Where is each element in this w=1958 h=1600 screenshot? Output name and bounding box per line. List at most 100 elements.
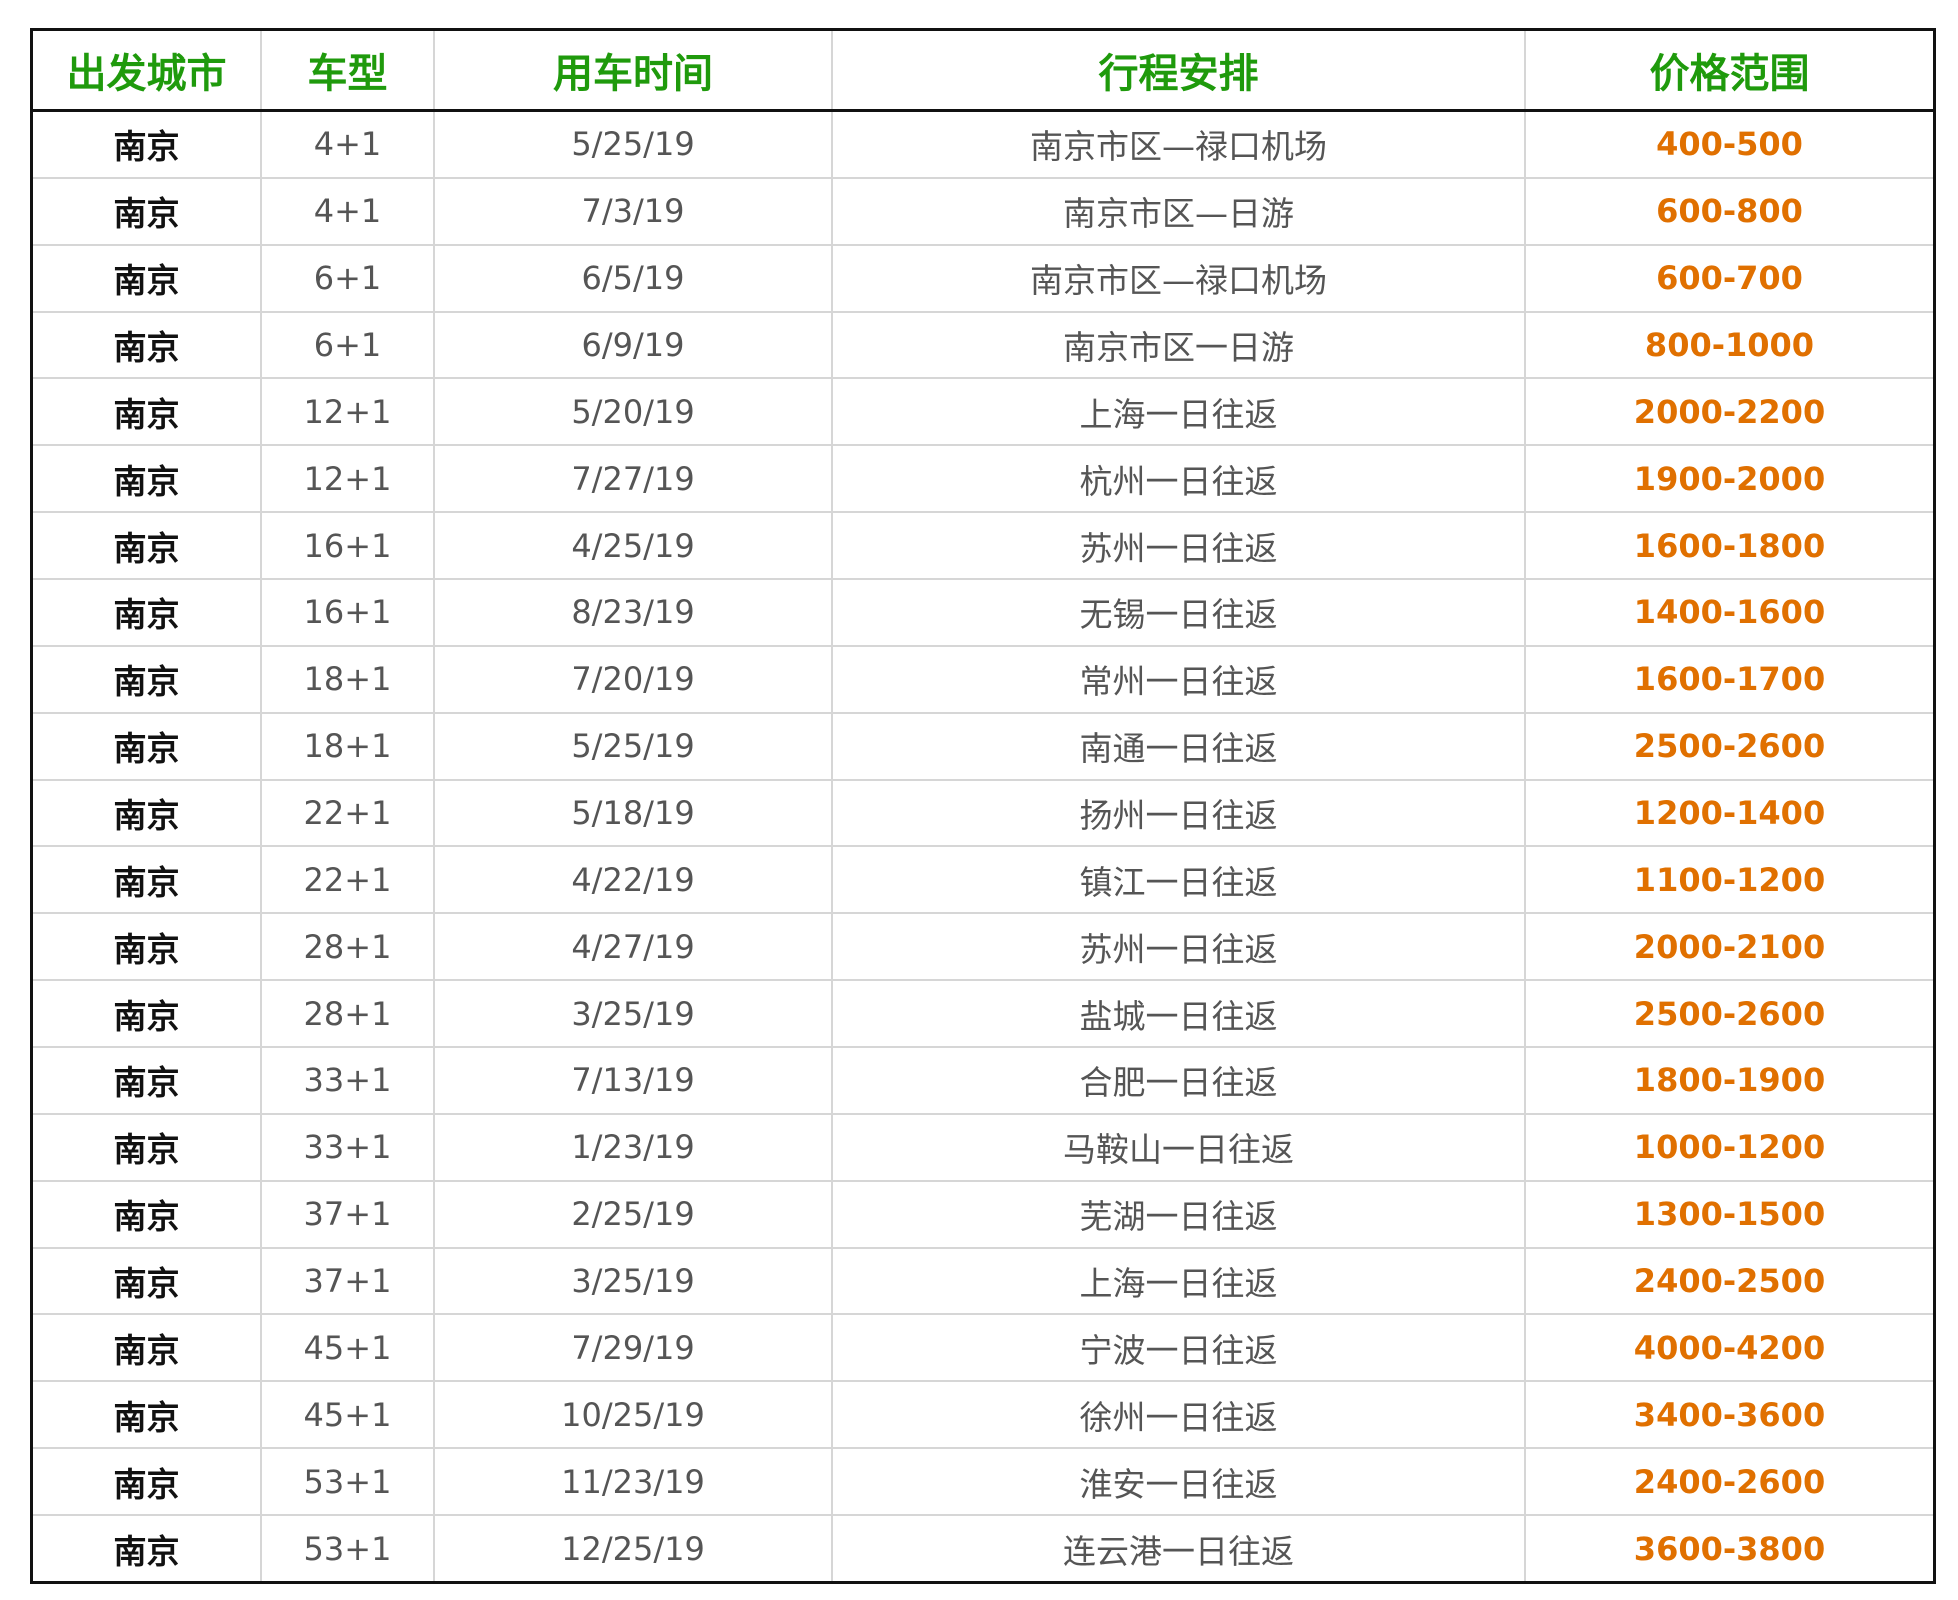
price-range-cell: 2500-2600 — [1525, 712, 1933, 781]
price-range-cell: 1000-1200 — [1525, 1113, 1933, 1182]
price-range-cell: 1300-1500 — [1525, 1180, 1933, 1249]
itinerary-cell: 无锡一日往返 — [832, 579, 1526, 647]
city-cell: 南京 — [33, 1314, 262, 1383]
city-cell: 南京 — [33, 378, 262, 447]
price-range-cell: 2400-2600 — [1525, 1448, 1933, 1517]
table-row: 南京 4+1 7/3/19 南京市区—日游 600-800 — [33, 177, 1933, 246]
rental-date-cell: 4/25/19 — [434, 512, 833, 581]
price-range-cell: 2500-2600 — [1525, 980, 1933, 1049]
city-cell: 南京 — [33, 244, 262, 313]
city-cell: 南京 — [33, 1381, 262, 1450]
itinerary-cell: 合肥一日往返 — [832, 1047, 1526, 1115]
itinerary-cell: 南京市区—日游 — [832, 177, 1526, 246]
rental-date-cell: 8/23/19 — [434, 579, 833, 647]
itinerary-cell: 上海一日往返 — [832, 378, 1526, 447]
table-row: 南京 22+1 5/18/19 扬州一日往返 1200-1400 — [33, 779, 1933, 848]
vehicle-type-cell: 12+1 — [261, 445, 435, 514]
header-price-range: 价格范围 — [1525, 31, 1933, 112]
table-row: 南京 37+1 3/25/19 上海一日往返 2400-2500 — [33, 1247, 1933, 1316]
vehicle-type-cell: 37+1 — [261, 1247, 435, 1316]
city-cell: 南京 — [33, 1247, 262, 1316]
itinerary-cell: 苏州一日往返 — [832, 512, 1526, 581]
vehicle-type-cell: 16+1 — [261, 512, 435, 581]
city-cell: 南京 — [33, 579, 262, 647]
price-range-cell: 1600-1800 — [1525, 512, 1933, 581]
table-row: 南京 6+1 6/9/19 南京市区一日游 800-1000 — [33, 311, 1933, 380]
city-cell: 南京 — [33, 1180, 262, 1249]
vehicle-type-cell: 6+1 — [261, 311, 435, 380]
vehicle-type-cell: 37+1 — [261, 1180, 435, 1249]
table-row: 南京 37+1 2/25/19 芜湖一日往返 1300-1500 — [33, 1180, 1933, 1249]
vehicle-type-cell: 18+1 — [261, 712, 435, 781]
rental-date-cell: 6/5/19 — [434, 244, 833, 313]
city-cell: 南京 — [33, 177, 262, 246]
city-cell: 南京 — [33, 1047, 262, 1115]
vehicle-type-cell: 4+1 — [261, 110, 435, 179]
table-row: 南京 53+1 11/23/19 淮安一日往返 2400-2600 — [33, 1448, 1933, 1517]
city-cell: 南京 — [33, 645, 262, 714]
price-range-cell: 3600-3800 — [1633, 1529, 1826, 1568]
city-cell: 南京 — [33, 311, 262, 380]
itinerary-cell: 南通一日往返 — [832, 712, 1526, 781]
price-range-cell: 1200-1400 — [1525, 779, 1933, 848]
price-range-cell: 600-800 — [1525, 177, 1933, 246]
itinerary-cell: 南京市区—禄口机场 — [832, 244, 1526, 313]
rental-date-cell: 5/18/19 — [434, 779, 833, 848]
table-row: 南京 28+1 3/25/19 盐城一日往返 2500-2600 — [33, 980, 1933, 1049]
itinerary-cell: 盐城一日往返 — [832, 980, 1526, 1049]
rental-date-cell: 7/3/19 — [434, 177, 833, 246]
city-cell: 南京 — [33, 1113, 262, 1182]
table-row: 南京 45+1 7/29/19 宁波一日往返 4000-4200 — [33, 1314, 1933, 1383]
price-range-cell: 1600-1700 — [1525, 645, 1933, 714]
table-row: 南京 6+1 6/5/19 南京市区—禄口机场 600-700 — [33, 244, 1933, 313]
table-row: 南京 28+1 4/27/19 苏州一日往返 2000-2100 — [33, 913, 1933, 982]
table-row: 南京 18+1 5/25/19 南通一日往返 2500-2600 — [33, 712, 1933, 781]
table-row: 南京 33+1 1/23/19 马鞍山一日往返 1000-1200 — [33, 1113, 1933, 1182]
header-rental-date: 用车时间 — [434, 31, 833, 112]
price-range-cell: 800-1000 — [1525, 311, 1933, 380]
vehicle-type-cell: 53+1 — [261, 1448, 435, 1517]
vehicle-type-cell: 6+1 — [261, 244, 435, 313]
city-cell: 南京 — [33, 980, 262, 1049]
itinerary-cell: 南京市区—禄口机场 — [832, 110, 1526, 179]
vehicle-type-cell: 12+1 — [261, 378, 435, 447]
rental-date-cell: 7/20/19 — [434, 645, 833, 714]
table-row: 南京 12+1 7/27/19 杭州一日往返 1900-2000 — [33, 445, 1933, 514]
itinerary-cell: 苏州一日往返 — [832, 913, 1526, 982]
vehicle-type-cell: 45+1 — [261, 1381, 435, 1450]
itinerary-cell: 上海一日往返 — [832, 1247, 1526, 1316]
city-cell: 南京 — [33, 779, 262, 848]
rental-date-cell: 6/9/19 — [434, 311, 833, 380]
price-range-cell: 2000-2100 — [1525, 913, 1933, 982]
vehicle-type-cell: 33+1 — [261, 1047, 435, 1115]
table-row: 南京 12+1 5/20/19 上海一日往返 2000-2200 — [33, 378, 1933, 447]
vehicle-type-cell: 28+1 — [261, 913, 435, 982]
table-row: 南京 16+1 4/25/19 苏州一日往返 1600-1800 — [33, 512, 1933, 581]
rental-date-cell: 11/23/19 — [434, 1448, 833, 1517]
price-range-cell: 1100-1200 — [1525, 846, 1933, 915]
vehicle-type-cell: 22+1 — [261, 779, 435, 848]
price-range-cell: 2400-2500 — [1525, 1247, 1933, 1316]
vehicle-type-cell: 18+1 — [261, 645, 435, 714]
rental-date-cell: 7/13/19 — [434, 1047, 833, 1115]
price-range-cell: 1400-1600 — [1525, 579, 1933, 647]
price-range-cell: 400-500 — [1525, 110, 1933, 179]
city-cell: 南京 — [33, 913, 262, 982]
rental-date-cell: 7/29/19 — [434, 1314, 833, 1383]
itinerary-cell: 淮安一日往返 — [832, 1448, 1526, 1517]
table-row: 南京 33+1 7/13/19 合肥一日往返 1800-1900 — [33, 1047, 1933, 1115]
rental-date-cell: 3/25/19 — [434, 1247, 833, 1316]
header-itinerary: 行程安排 — [832, 31, 1526, 112]
rental-date-cell: 4/27/19 — [434, 913, 833, 982]
vehicle-type-cell: 4+1 — [261, 177, 435, 246]
table-body: 南京 4+1 5/25/19 南京市区—禄口机场 400-500 南京 4+1 7/3/19 南… — [33, 110, 1933, 1581]
city-cell: 南京 — [33, 1448, 262, 1517]
rental-date-cell: 5/25/19 — [434, 110, 833, 179]
price-range-cell: 4000-4200 — [1525, 1314, 1933, 1383]
itinerary-cell: 常州一日往返 — [832, 645, 1526, 714]
vehicle-type-cell: 28+1 — [261, 980, 435, 1049]
table-row: 南京 53+1 12/25/19 连云港一日往返 3600-3800 — [33, 1515, 1933, 1581]
city-cell: 南京 — [33, 512, 262, 581]
price-range-cell: 2000-2200 — [1525, 378, 1933, 447]
price-range-cell: 1800-1900 — [1525, 1047, 1933, 1115]
